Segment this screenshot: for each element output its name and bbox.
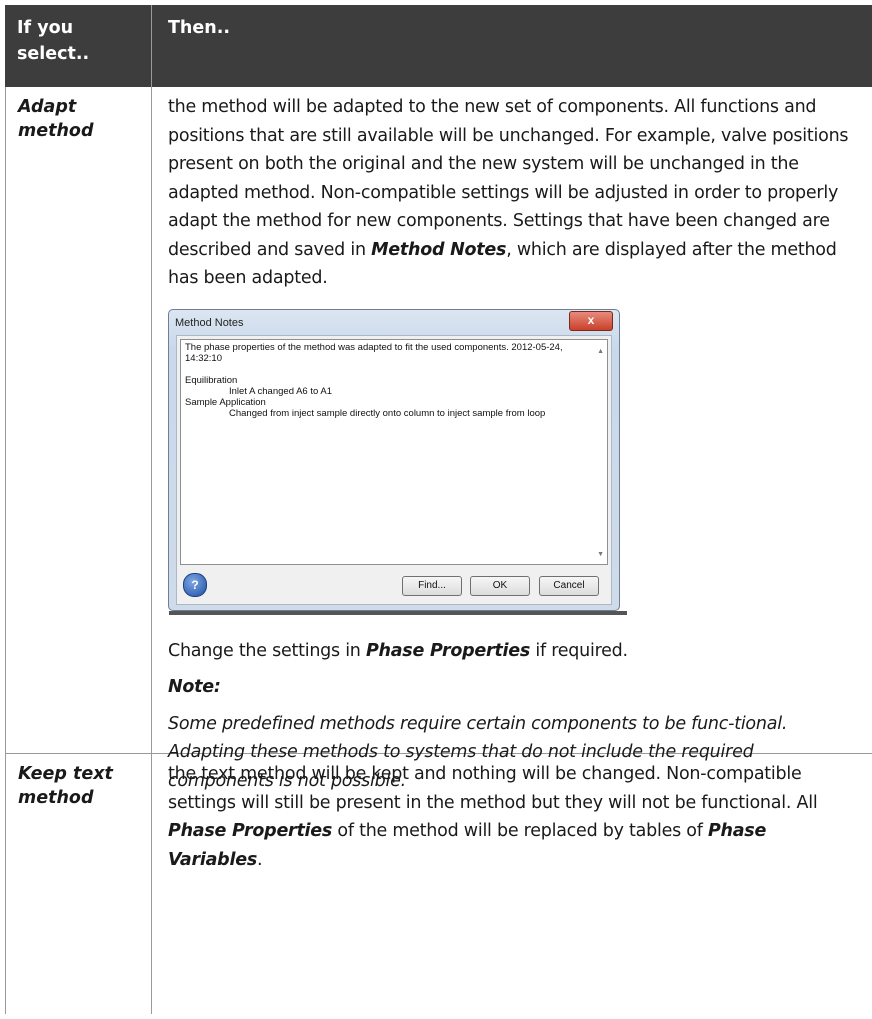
note-heading: Note: — [168, 677, 221, 697]
help-icon[interactable]: ? — [183, 572, 207, 597]
cancel-button[interactable]: Cancel — [539, 575, 599, 596]
adapt-description: the method will be adapted to the new se… — [168, 93, 858, 293]
table-row-adapt-method: Adapt method the method will be adapted … — [5, 87, 872, 791]
note-line: Sample Application — [185, 396, 266, 408]
change-settings-text: Change the settings in Phase Properties … — [168, 637, 858, 666]
row-label-keep-text-method: Keep text method — [18, 764, 113, 808]
method-notes-dialog: Method Notes x The phase properties of t… — [168, 308, 627, 615]
ok-button[interactable]: OK — [470, 575, 530, 596]
note-line: Changed from inject sample directly onto… — [229, 407, 546, 419]
notes-textarea[interactable]: The phase properties of the method was a… — [180, 338, 608, 565]
row-label-cell: Adapt method — [5, 87, 152, 753]
row-label-cell: Keep text method — [5, 754, 152, 1014]
keep-description: the text method will be kept and nothing… — [168, 760, 858, 874]
scroll-down-arrow-icon[interactable]: ▼ — [597, 549, 604, 560]
header-label-then: Then.. — [168, 18, 231, 38]
note-line: Equilibration — [185, 374, 238, 386]
dialog-shadow — [169, 610, 627, 615]
text-run: of the method will be replaced by tables… — [332, 821, 708, 841]
phase-properties-term: Phase Properties — [168, 821, 333, 841]
text-run: . — [257, 849, 263, 870]
method-notes-term: Method Notes — [371, 239, 507, 260]
header-label-select: If you select.. — [17, 18, 90, 64]
header-cell-select: If you select.. — [5, 5, 152, 87]
options-table: If you select.. Then.. Adapt method the … — [5, 5, 872, 1014]
dialog-body: The phase properties of the method was a… — [176, 334, 612, 605]
close-icon[interactable]: x — [569, 310, 613, 331]
scroll-up-arrow-icon[interactable]: ▲ — [597, 346, 604, 357]
row-description-cell: the method will be adapted to the new se… — [152, 87, 872, 791]
find-button[interactable]: Find... — [402, 575, 462, 596]
text-run: the text method will be kept and nothing… — [168, 764, 818, 813]
dialog-title: Method Notes — [175, 316, 244, 329]
note-line: The phase properties of the method was a… — [185, 341, 563, 364]
text-run: Change the settings in — [168, 640, 366, 661]
row-description-cell: the text method will be kept and nothing… — [152, 754, 872, 1014]
phase-properties-term: Phase Properties — [365, 640, 531, 661]
text-run: the method will be adapted to the new se… — [168, 97, 849, 260]
table-header: If you select.. Then.. — [5, 5, 872, 87]
header-cell-then: Then.. — [152, 5, 872, 87]
row-label-adapt-method: Adapt method — [18, 97, 94, 141]
text-run: if required. — [530, 640, 628, 661]
table-row-keep-text-method: Keep text method the text method will be… — [5, 754, 872, 1014]
note-line: Inlet A changed A6 to A1 — [229, 385, 333, 397]
